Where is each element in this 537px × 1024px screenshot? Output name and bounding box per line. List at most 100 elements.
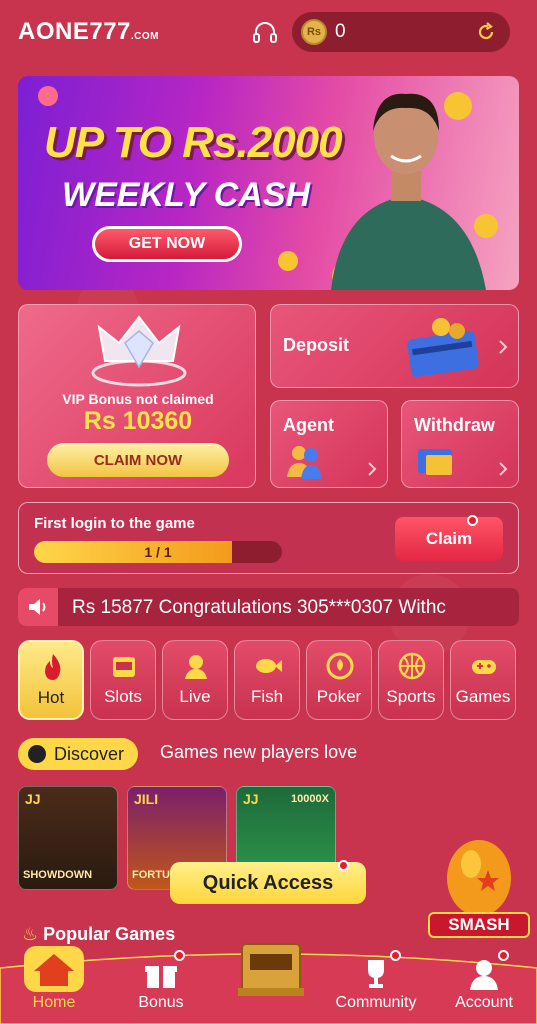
nav-home[interactable]: Home — [14, 946, 94, 1024]
quick-access-label: Quick Access — [202, 871, 334, 894]
get-now-button[interactable]: GET NOW — [92, 226, 242, 262]
notification-dot — [390, 950, 401, 961]
vip-bonus-label: VIP Bonus not claimed — [62, 391, 214, 407]
quick-access-button[interactable]: Quick Access — [170, 860, 366, 904]
smash-egg-button[interactable]: SMASH — [428, 834, 530, 942]
chevron-right-icon — [499, 340, 508, 354]
marquee-text: Rs 15877 Congratulations 305***0307 With… — [72, 597, 446, 618]
category-label: Games — [455, 687, 511, 706]
nav-account[interactable]: Account — [444, 950, 524, 1024]
nav-label: Account — [455, 994, 513, 1011]
speaker-icon — [18, 588, 58, 626]
discover-tab[interactable]: Discover — [18, 738, 139, 770]
first-login-progress: 1 / 1 — [34, 541, 282, 563]
flame-icon: ♨ — [22, 924, 39, 944]
category-live[interactable]: Live — [162, 640, 228, 720]
rupee-coin-icon: Rs — [301, 19, 327, 45]
compass-icon — [28, 745, 46, 763]
notification-dot — [338, 860, 349, 871]
bank-card-icon — [407, 318, 479, 377]
game-title: SHOWDOWN — [23, 869, 93, 881]
balance-value: 0 — [335, 21, 346, 42]
winner-marquee: Rs 15877 Congratulations 305***0307 With… — [18, 588, 519, 626]
notification-dot — [174, 950, 185, 961]
live-dealer-icon — [185, 655, 207, 679]
nav-community[interactable]: Community — [328, 950, 424, 1024]
poker-chip-icon — [326, 652, 354, 680]
logo-text: AONE777 — [18, 18, 131, 45]
nav-label: Home — [32, 994, 76, 1011]
category-label: Live — [179, 687, 211, 706]
popular-games-heading: ♨ Popular Games — [22, 924, 175, 945]
nav-label: Bonus — [138, 994, 184, 1011]
app-screen: AONE777.COM Rs 0 UP TO Rs.2000 WEEKLY CA… — [0, 0, 537, 1024]
game-categories: Hot Slots Live Fish Poker Sports Games — [18, 640, 519, 720]
vip-bonus-card[interactable]: VIP Bonus not claimed Rs 10360 CLAIM NOW — [18, 304, 256, 488]
category-label: Sports — [386, 687, 436, 706]
basketball-icon — [398, 652, 426, 680]
diamond-crown-icon — [91, 315, 187, 387]
home-icon — [24, 946, 84, 992]
category-poker[interactable]: Poker — [306, 640, 372, 720]
provider-tag: JILI — [134, 791, 159, 807]
refresh-icon[interactable] — [476, 22, 496, 42]
deposit-label: Deposit — [283, 335, 350, 355]
presenter-illustration — [331, 93, 486, 290]
first-login-task: First login to the game 1 / 1 Claim — [18, 502, 519, 574]
balance-pill: Rs 0 — [292, 12, 510, 52]
chevron-right-icon — [499, 462, 508, 476]
headset-icon[interactable] — [252, 20, 278, 46]
claim-now-button[interactable]: CLAIM NOW — [47, 443, 229, 477]
provider-tag: JJ — [25, 791, 41, 807]
trophy-icon — [368, 960, 384, 988]
claim-button[interactable]: Claim — [395, 515, 503, 561]
popular-label: Popular Games — [43, 924, 176, 944]
progress-text: 1 / 1 — [144, 544, 172, 560]
fish-icon — [256, 659, 282, 673]
game-title: 10000X — [291, 793, 329, 805]
category-label: Hot — [37, 688, 65, 707]
claim-button-label: Claim — [425, 529, 473, 548]
category-fish[interactable]: Fish — [234, 640, 300, 720]
nav-bonus[interactable]: Bonus — [120, 950, 202, 1024]
notification-dot — [467, 515, 478, 526]
agent-card[interactable]: Agent — [270, 400, 388, 488]
category-label: Fish — [250, 687, 284, 706]
category-slots[interactable]: Slots — [90, 640, 156, 720]
category-label: Poker — [316, 687, 362, 706]
notification-dot — [498, 950, 509, 961]
treasure-machine-icon — [238, 943, 304, 996]
withdraw-label: Withdraw — [414, 415, 495, 435]
banner-subheadline: WEEKLY CASH — [62, 176, 311, 214]
deposit-card[interactable]: Deposit — [270, 304, 519, 388]
banner-headline: UP TO Rs.2000 — [44, 118, 343, 167]
user-icon — [470, 960, 498, 990]
game-tile-showdown[interactable]: JJ SHOWDOWN — [18, 786, 118, 890]
slot-machine-icon — [113, 657, 135, 677]
top-bar: AONE777.COM Rs 0 — [0, 0, 537, 66]
category-label: Slots — [104, 687, 142, 706]
withdraw-card[interactable]: Withdraw — [401, 400, 519, 488]
agent-label: Agent — [283, 415, 334, 435]
nav-label: Community — [335, 994, 417, 1011]
vip-bonus-amount: Rs 10360 — [83, 407, 193, 435]
promo-banner[interactable]: UP TO Rs.2000 WEEKLY CASH GET NOW — [18, 76, 519, 290]
atm-card-icon — [418, 449, 452, 475]
discover-label: Discover — [54, 743, 125, 764]
nav-center-chest[interactable] — [232, 943, 310, 1024]
golden-egg-icon — [447, 840, 511, 916]
discover-subtitle: Games new players love — [160, 742, 358, 762]
category-sports[interactable]: Sports — [378, 640, 444, 720]
category-hot[interactable]: Hot — [18, 640, 84, 720]
flame-icon — [45, 654, 61, 680]
first-login-title: First login to the game — [34, 515, 195, 532]
chevron-right-icon — [368, 462, 377, 476]
smash-label: SMASH — [428, 912, 530, 938]
category-games[interactable]: Games — [450, 640, 516, 720]
brand-logo: AONE777.COM — [18, 18, 159, 46]
people-icon — [287, 446, 321, 479]
gift-icon — [145, 966, 177, 988]
bottom-navigation: Home Bonus Community Account — [0, 943, 537, 1024]
provider-tag: JJ — [243, 791, 259, 807]
logo-domain: .COM — [130, 31, 159, 42]
